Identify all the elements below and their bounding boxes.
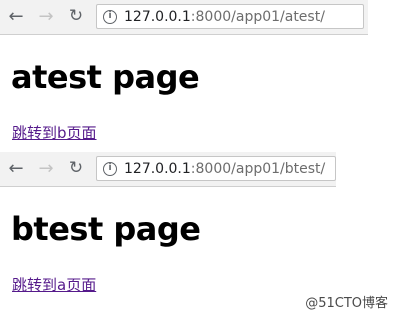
url-path: :8000/app01/btest/ [190, 160, 326, 177]
address-bar[interactable]: i 127.0.0.1:8000/app01/btest/ [96, 156, 336, 181]
url-path: :8000/app01/atest/ [190, 8, 325, 25]
address-bar[interactable]: i 127.0.0.1:8000/app01/atest/ [96, 4, 364, 29]
reload-icon[interactable]: ↻ [64, 156, 88, 180]
back-arrow-icon[interactable]: ← [4, 4, 28, 28]
browser-window-atest: ← → ↻ i 127.0.0.1:8000/app01/atest/ ates… [0, 0, 368, 150]
back-arrow-icon[interactable]: ← [4, 156, 28, 180]
forward-arrow-icon[interactable]: → [34, 156, 58, 180]
reload-icon[interactable]: ↻ [64, 4, 88, 28]
forward-arrow-icon[interactable]: → [34, 4, 58, 28]
info-icon[interactable]: i [103, 161, 117, 176]
page-title: btest page [11, 210, 201, 248]
url-host: 127.0.0.1 [124, 8, 191, 25]
info-icon[interactable]: i [103, 9, 117, 24]
link-to-a-page[interactable]: 跳转到a页面 [12, 274, 96, 295]
browser-window-btest: ← → ↻ i 127.0.0.1:8000/app01/btest/ btes… [0, 152, 336, 315]
browser-toolbar: ← → ↻ i 127.0.0.1:8000/app01/btest/ [0, 152, 336, 187]
url-host: 127.0.0.1 [124, 160, 191, 177]
browser-toolbar: ← → ↻ i 127.0.0.1:8000/app01/atest/ [0, 0, 368, 35]
link-to-b-page[interactable]: 跳转到b页面 [12, 122, 97, 143]
watermark: @51CTO博客 [305, 296, 388, 311]
page-title: atest page [11, 58, 200, 96]
